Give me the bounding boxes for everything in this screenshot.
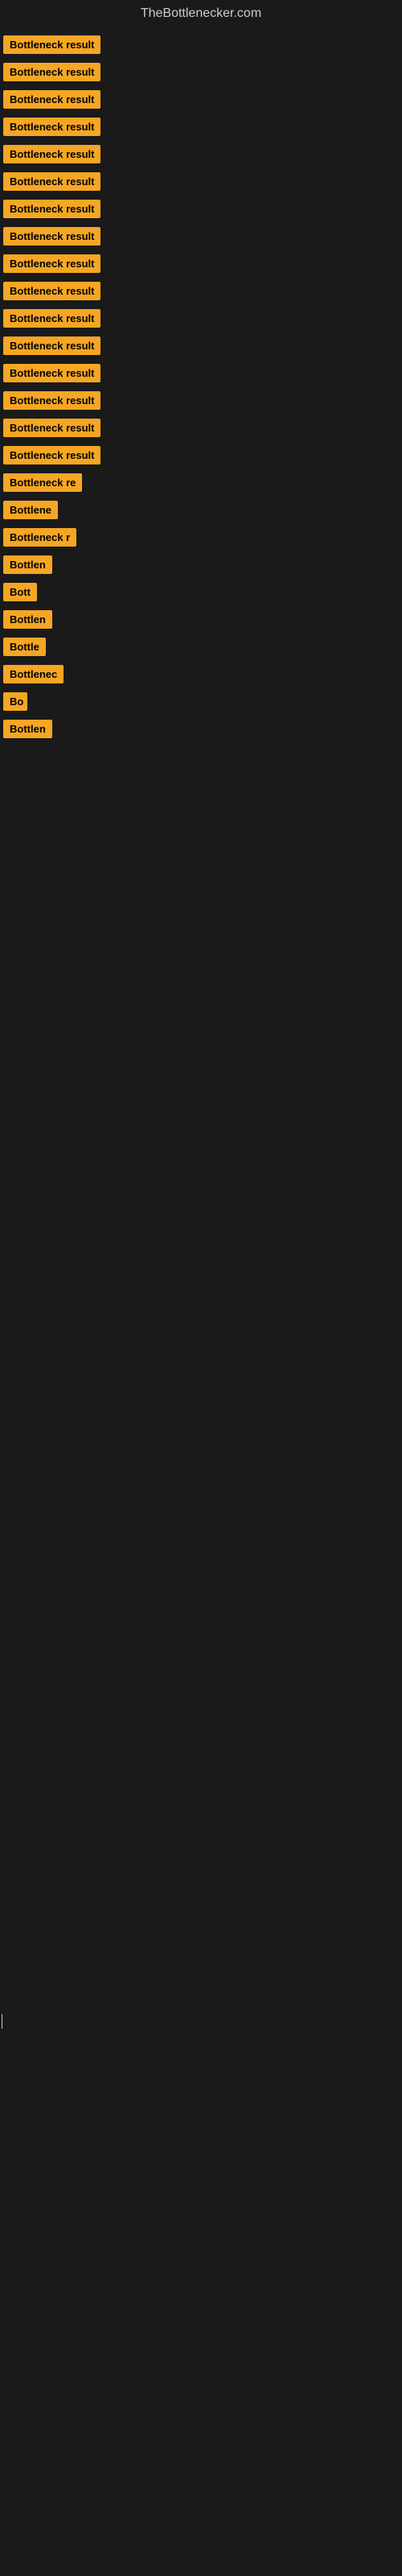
list-item[interactable]: Bott	[3, 583, 399, 605]
bottleneck-badge: Bottleneck result	[3, 118, 100, 136]
list-item[interactable]: Bottleneck result	[3, 309, 399, 332]
bottleneck-badge: Bottleneck result	[3, 336, 100, 355]
list-item[interactable]: Bo	[3, 692, 399, 715]
bottleneck-badge: Bottleneck result	[3, 391, 100, 410]
list-item[interactable]: Bottleneck result	[3, 364, 399, 386]
list-item[interactable]: Bottlen	[3, 610, 399, 633]
bottleneck-badge: Bottleneck re	[3, 473, 82, 492]
list-item[interactable]: Bottlen	[3, 555, 399, 578]
bottleneck-badge: Bottleneck result	[3, 35, 100, 54]
list-item[interactable]: Bottleneck result	[3, 282, 399, 304]
bottleneck-badge: Bottleneck result	[3, 309, 100, 328]
bottleneck-list: Bottleneck result Bottleneck result Bottle…	[0, 27, 402, 750]
bottleneck-badge: Bottlen	[3, 610, 52, 629]
bottleneck-badge: Bott	[3, 583, 37, 601]
bottleneck-badge: Bo	[3, 692, 27, 711]
bottleneck-badge: Bottleneck result	[3, 364, 100, 382]
bottleneck-badge: Bottleneck result	[3, 254, 100, 273]
list-item[interactable]: Bottleneck result	[3, 35, 399, 58]
bottleneck-badge: Bottleneck result	[3, 200, 100, 218]
bottleneck-badge: Bottleneck result	[3, 63, 100, 81]
site-title: TheBottlenecker.com	[0, 0, 402, 27]
list-item[interactable]: Bottlene	[3, 501, 399, 523]
list-item[interactable]: Bottleneck result	[3, 419, 399, 441]
bottleneck-badge: Bottlen	[3, 720, 52, 738]
list-item[interactable]: Bottleneck r	[3, 528, 399, 551]
bottleneck-badge: Bottleneck result	[3, 90, 100, 109]
list-item[interactable]: Bottleneck result	[3, 200, 399, 222]
bottleneck-badge: Bottleneck r	[3, 528, 76, 547]
list-item[interactable]: Bottleneck result	[3, 145, 399, 167]
list-item[interactable]: Bottleneck result	[3, 446, 399, 469]
list-item[interactable]: Bottlenec	[3, 665, 399, 687]
list-item[interactable]: Bottleneck result	[3, 90, 399, 113]
list-item[interactable]: Bottle	[3, 638, 399, 660]
bottleneck-badge: Bottlenec	[3, 665, 64, 683]
bottleneck-badge: Bottlene	[3, 501, 58, 519]
list-item[interactable]: Bottleneck result	[3, 227, 399, 250]
bottleneck-badge: Bottle	[3, 638, 46, 656]
list-item[interactable]: Bottleneck result	[3, 172, 399, 195]
list-item[interactable]: Bottleneck result	[3, 336, 399, 359]
bottleneck-badge: Bottleneck result	[3, 172, 100, 191]
site-header: TheBottlenecker.com	[0, 0, 402, 27]
bottleneck-badge: Bottleneck result	[3, 446, 100, 464]
list-item[interactable]: Bottleneck result	[3, 63, 399, 85]
list-item[interactable]: Bottleneck result	[3, 391, 399, 414]
bottleneck-badge: Bottleneck result	[3, 282, 100, 300]
bottleneck-badge: Bottleneck result	[3, 419, 100, 437]
bottleneck-badge: Bottleneck result	[3, 145, 100, 163]
list-item[interactable]: Bottleneck result	[3, 254, 399, 277]
list-item[interactable]: Bottlen	[3, 720, 399, 742]
list-item[interactable]: Bottleneck re	[3, 473, 399, 496]
list-item[interactable]: Bottleneck result	[3, 118, 399, 140]
bottleneck-badge: Bottlen	[3, 555, 52, 574]
bottleneck-badge: Bottleneck result	[3, 227, 100, 246]
